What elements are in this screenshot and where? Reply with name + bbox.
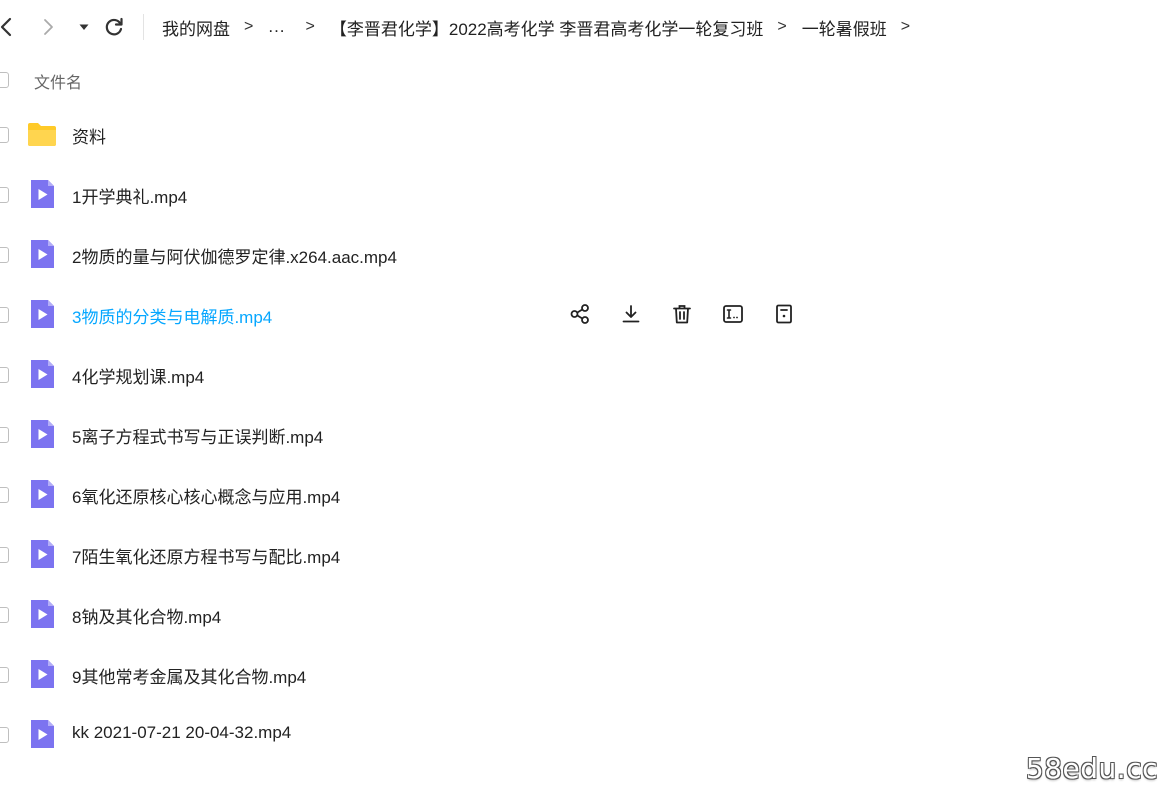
file-name[interactable]: 7陌生氧化还原方程书写与配比.mp4: [72, 543, 340, 568]
file-name[interactable]: 8钠及其化合物.mp4: [72, 603, 221, 628]
row-checkbox[interactable]: [0, 487, 9, 503]
video-file-icon: [26, 719, 58, 749]
row-checkbox[interactable]: [0, 427, 9, 443]
breadcrumb-item-course[interactable]: 【李晋君化学】2022高考化学 李晋君高考化学一轮复习班: [330, 15, 764, 40]
file-list: 资料 1开学典礼.mp4 2物质的量与阿伏伽德罗定律.x264.aac.mp4 …: [0, 104, 1174, 764]
share-icon: [570, 304, 589, 324]
details-button[interactable]: [770, 300, 798, 328]
row-checkbox[interactable]: [0, 607, 9, 623]
forward-button[interactable]: [36, 14, 60, 40]
row-checkbox[interactable]: [0, 667, 9, 683]
rename-icon: [723, 305, 743, 323]
breadcrumb-separator: >: [777, 18, 787, 35]
chevron-left-icon: [0, 17, 12, 37]
file-row[interactable]: 7陌生氧化还原方程书写与配比.mp4: [0, 524, 1174, 584]
file-row[interactable]: 1开学典礼.mp4: [0, 164, 1174, 224]
breadcrumb: 我的网盘 > ... > 【李晋君化学】2022高考化学 李晋君高考化学一轮复习…: [162, 15, 925, 39]
file-name[interactable]: 9其他常考金属及其化合物.mp4: [72, 663, 306, 688]
row-checkbox[interactable]: [0, 367, 9, 383]
file-name[interactable]: 1开学典礼.mp4: [72, 183, 187, 208]
file-name[interactable]: 5离子方程式书写与正误判断.mp4: [72, 423, 323, 448]
refresh-icon: [105, 17, 123, 36]
breadcrumb-ellipsis[interactable]: ...: [268, 17, 285, 37]
select-all-checkbox[interactable]: [0, 72, 9, 88]
file-name[interactable]: kk 2021-07-21 20-04-32.mp4: [72, 723, 291, 743]
video-file-icon: [26, 179, 58, 209]
file-row[interactable]: 5离子方程式书写与正误判断.mp4: [0, 404, 1174, 464]
delete-button[interactable]: [668, 300, 696, 328]
delete-icon: [673, 305, 691, 324]
file-name[interactable]: 4化学规划课.mp4: [72, 363, 204, 388]
file-name[interactable]: 3物质的分类与电解质.mp4: [72, 303, 272, 328]
file-name[interactable]: 2物质的量与阿伏伽德罗定律.x264.aac.mp4: [72, 243, 397, 268]
video-file-icon: [26, 539, 58, 569]
download-button[interactable]: [617, 300, 645, 328]
file-name[interactable]: 6氧化还原核心核心概念与应用.mp4: [72, 483, 340, 508]
breadcrumb-separator: >: [244, 18, 254, 35]
row-actions: [566, 300, 821, 328]
file-row[interactable]: 6氧化还原核心核心概念与应用.mp4: [0, 464, 1174, 524]
video-file-icon: [26, 299, 58, 329]
row-checkbox[interactable]: [0, 187, 9, 203]
file-row[interactable]: 4化学规划课.mp4: [0, 344, 1174, 404]
folder-row[interactable]: 资料: [0, 104, 1174, 164]
video-file-icon: [26, 419, 58, 449]
breadcrumb-separator: >: [305, 18, 315, 35]
row-checkbox[interactable]: [0, 307, 9, 323]
video-file-icon: [26, 479, 58, 509]
caret-down-icon: [79, 24, 89, 30]
list-header: 文件名: [0, 62, 1174, 98]
video-file-icon: [26, 359, 58, 389]
file-row[interactable]: 8钠及其化合物.mp4: [0, 584, 1174, 644]
column-header-filename[interactable]: 文件名: [34, 69, 82, 93]
video-file-icon: [26, 599, 58, 629]
video-file-icon: [26, 659, 58, 689]
file-row[interactable]: kk 2021-07-21 20-04-32.mp4: [0, 704, 1174, 764]
history-dropdown-button[interactable]: [72, 14, 96, 40]
nav-divider: [143, 14, 144, 40]
refresh-button[interactable]: [102, 14, 126, 40]
chevron-right-icon: [44, 19, 53, 35]
watermark: 58edu.cc: [1025, 752, 1158, 785]
details-icon: [776, 304, 792, 324]
download-icon: [622, 305, 640, 323]
file-name[interactable]: 资料: [72, 123, 106, 148]
row-checkbox[interactable]: [0, 127, 9, 143]
breadcrumb-root[interactable]: 我的网盘: [162, 15, 230, 40]
rename-button[interactable]: [719, 300, 747, 328]
breadcrumb-separator: >: [900, 18, 911, 35]
row-checkbox[interactable]: [0, 727, 9, 743]
file-row[interactable]: 3物质的分类与电解质.mp4: [0, 284, 1174, 344]
file-browser-page: 我的网盘 > ... > 【李晋君化学】2022高考化学 李晋君高考化学一轮复习…: [0, 0, 1174, 796]
top-navbar: 我的网盘 > ... > 【李晋君化学】2022高考化学 李晋君高考化学一轮复习…: [0, 0, 1174, 56]
breadcrumb-item-current[interactable]: 一轮暑假班: [802, 15, 887, 40]
file-row[interactable]: 2物质的量与阿伏伽德罗定律.x264.aac.mp4: [0, 224, 1174, 284]
row-checkbox[interactable]: [0, 247, 9, 263]
back-button[interactable]: [0, 14, 18, 40]
folder-icon: [26, 119, 58, 149]
row-checkbox[interactable]: [0, 547, 9, 563]
share-button[interactable]: [566, 300, 594, 328]
video-file-icon: [26, 239, 58, 269]
file-row[interactable]: 9其他常考金属及其化合物.mp4: [0, 644, 1174, 704]
